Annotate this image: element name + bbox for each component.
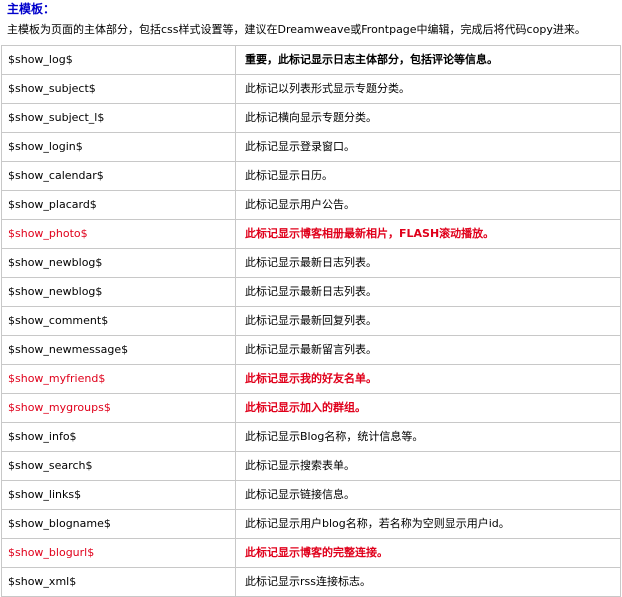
table-row: $show_comment$ 此标记显示最新回复列表。 xyxy=(1,306,621,336)
tag-description-cell: 此标记显示加入的群组。 xyxy=(235,393,621,423)
tag-description-cell: 此标记显示日历。 xyxy=(235,161,621,191)
tag-description-cell: 此标记显示链接信息。 xyxy=(235,480,621,510)
tag-description-cell: 此标记显示用户blog名称，若名称为空则显示用户id。 xyxy=(235,509,621,539)
tag-description-cell: 此标记显示用户公告。 xyxy=(235,190,621,220)
tag-name-cell: $show_myfriend$ xyxy=(1,364,236,394)
tag-description-cell: 此标记显示最新留言列表。 xyxy=(235,335,621,365)
tag-name-cell: $show_search$ xyxy=(1,451,236,481)
tag-description-cell: 重要，此标记显示日志主体部分，包括评论等信息。 xyxy=(235,45,621,75)
table-row: $show_search$ 此标记显示搜索表单。 xyxy=(1,451,621,481)
tag-description-cell: 此标记显示最新日志列表。 xyxy=(235,248,621,278)
tag-description-cell: 此标记以列表形式显示专题分类。 xyxy=(235,74,621,104)
tag-description-cell: 此标记显示登录窗口。 xyxy=(235,132,621,162)
tag-description-cell: 此标记显示最新回复列表。 xyxy=(235,306,621,336)
template-tags-table-body: $show_log$ 重要，此标记显示日志主体部分，包括评论等信息。 $show_s… xyxy=(1,45,621,597)
tag-name-cell: $show_xml$ xyxy=(1,567,236,597)
tag-description-cell: 此标记显示最新日志列表。 xyxy=(235,277,621,307)
tag-name-cell: $show_newmessage$ xyxy=(1,335,236,365)
template-tags-table: $show_log$ 重要，此标记显示日志主体部分，包括评论等信息。 $show_s… xyxy=(1,45,621,597)
table-row: $show_photo$ 此标记显示博客相册最新相片，FLASH滚动播放。 xyxy=(1,219,621,249)
table-row: $show_calendar$ 此标记显示日历。 xyxy=(1,161,621,191)
tag-description-cell: 此标记显示rss连接标志。 xyxy=(235,567,621,597)
tag-name-cell: $show_subject$ xyxy=(1,74,236,104)
tag-description-cell: 此标记显示博客的完整连接。 xyxy=(235,538,621,568)
table-row: $show_subject_l$ 此标记横向显示专题分类。 xyxy=(1,103,621,133)
table-row: $show_blogname$ 此标记显示用户blog名称，若名称为空则显示用户i… xyxy=(1,509,621,539)
section-intro: 主模板为页面的主体部分，包括css样式设置等，建议在Dreamweave或Fro… xyxy=(7,23,586,36)
tag-name-cell: $show_links$ xyxy=(1,480,236,510)
table-row: $show_blogurl$ 此标记显示博客的完整连接。 xyxy=(1,538,621,568)
tag-description-cell: 此标记显示博客相册最新相片，FLASH滚动播放。 xyxy=(235,219,621,249)
tag-name-cell: $show_blogname$ xyxy=(1,509,236,539)
section-title: 主模板： xyxy=(7,2,56,16)
table-row: $show_mygroups$ 此标记显示加入的群组。 xyxy=(1,393,621,423)
table-row: $show_placard$ 此标记显示用户公告。 xyxy=(1,190,621,220)
tag-name-cell: $show_newblog$ xyxy=(1,277,236,307)
tag-name-cell: $show_log$ xyxy=(1,45,236,75)
tag-name-cell: $show_mygroups$ xyxy=(1,393,236,423)
tag-name-cell: $show_calendar$ xyxy=(1,161,236,191)
tag-description-cell: 此标记横向显示专题分类。 xyxy=(235,103,621,133)
table-row: $show_newblog$ 此标记显示最新日志列表。 xyxy=(1,277,621,307)
table-row: $show_login$ 此标记显示登录窗口。 xyxy=(1,132,621,162)
tag-name-cell: $show_newblog$ xyxy=(1,248,236,278)
table-row: $show_newmessage$ 此标记显示最新留言列表。 xyxy=(1,335,621,365)
table-row: $show_xml$ 此标记显示rss连接标志。 xyxy=(1,567,621,597)
table-row: $show_log$ 重要，此标记显示日志主体部分，包括评论等信息。 xyxy=(1,45,621,75)
tag-name-cell: $show_placard$ xyxy=(1,190,236,220)
tag-name-cell: $show_subject_l$ xyxy=(1,103,236,133)
tag-name-cell: $show_info$ xyxy=(1,422,236,452)
tag-name-cell: $show_blogurl$ xyxy=(1,538,236,568)
table-row: $show_info$ 此标记显示Blog名称，统计信息等。 xyxy=(1,422,621,452)
tag-name-cell: $show_comment$ xyxy=(1,306,236,336)
table-row: $show_newblog$ 此标记显示最新日志列表。 xyxy=(1,248,621,278)
table-row: $show_myfriend$ 此标记显示我的好友名单。 xyxy=(1,364,621,394)
tag-description-cell: 此标记显示搜索表单。 xyxy=(235,451,621,481)
tag-description-cell: 此标记显示Blog名称，统计信息等。 xyxy=(235,422,621,452)
tag-name-cell: $show_photo$ xyxy=(1,219,236,249)
table-row: $show_links$ 此标记显示链接信息。 xyxy=(1,480,621,510)
table-row: $show_subject$ 此标记以列表形式显示专题分类。 xyxy=(1,74,621,104)
tag-description-cell: 此标记显示我的好友名单。 xyxy=(235,364,621,394)
tag-name-cell: $show_login$ xyxy=(1,132,236,162)
